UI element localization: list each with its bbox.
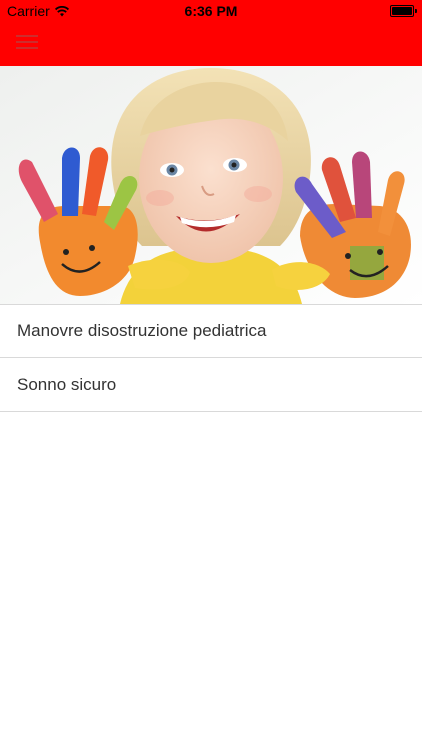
menu-item-label: Manovre disostruzione pediatrica <box>17 321 267 340</box>
menu-list: Manovre disostruzione pediatrica Sonno s… <box>0 304 422 412</box>
hamburger-menu-icon-bar <box>16 47 38 49</box>
battery-icon <box>390 5 417 17</box>
hamburger-menu-icon <box>16 35 38 37</box>
child-painted-hands-image <box>0 66 422 304</box>
menu-item-label: Sonno sicuro <box>17 374 117 394</box>
hero-image <box>0 66 422 304</box>
menu-button[interactable] <box>12 28 42 56</box>
menu-item-sonno-sicuro[interactable]: Sonno sicuro <box>0 357 422 412</box>
status-bar: Carrier 6:36 PM <box>0 0 422 22</box>
menu-item-manovre-disostruzione[interactable]: Manovre disostruzione pediatrica <box>0 304 422 357</box>
hamburger-menu-icon-bar <box>16 41 38 43</box>
app-header: Carrier 6:36 PM <box>0 0 422 66</box>
status-time: 6:36 PM <box>184 3 238 19</box>
